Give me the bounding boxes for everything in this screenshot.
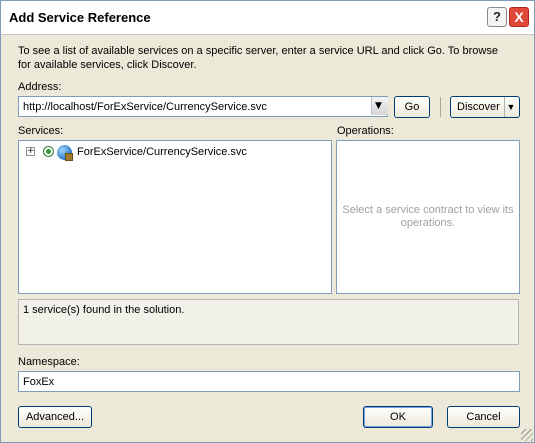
service-item-label: ForExService/CurrencyService.svc: [77, 146, 247, 158]
address-dropdown-button[interactable]: ▼: [371, 97, 388, 115]
operations-label: Operations:: [337, 125, 394, 137]
chevron-down-icon: ▼: [375, 101, 382, 111]
cancel-button[interactable]: Cancel: [447, 406, 520, 428]
operations-panel: Select a service contract to view its op…: [336, 140, 520, 294]
status-message: 1 service(s) found in the solution.: [23, 304, 185, 316]
status-panel: 1 service(s) found in the solution.: [18, 299, 519, 345]
service-tree-item[interactable]: + ForExService/CurrencyService.svc: [26, 145, 326, 161]
discover-dropdown-arrow-icon[interactable]: ▼: [504, 97, 517, 117]
resize-grip-icon[interactable]: [521, 429, 533, 441]
advanced-button[interactable]: Advanced...: [18, 406, 92, 428]
intro-text: To see a list of available services on a…: [18, 45, 498, 71]
add-service-reference-dialog: Add Service Reference ? X To see a list …: [0, 0, 535, 443]
address-input[interactable]: [18, 96, 388, 117]
discover-button-label: Discover: [457, 101, 500, 113]
close-button[interactable]: X: [509, 7, 529, 27]
discover-button[interactable]: Discover ▼: [450, 96, 520, 118]
dialog-title: Add Service Reference: [9, 10, 151, 25]
namespace-input[interactable]: [18, 371, 520, 392]
services-tree[interactable]: + ForExService/CurrencyService.svc: [18, 140, 332, 294]
go-button[interactable]: Go: [394, 96, 430, 118]
service-globe-icon: [57, 145, 73, 161]
address-label: Address:: [18, 81, 62, 93]
service-selection-radio-icon: [43, 146, 54, 157]
help-button[interactable]: ?: [487, 7, 507, 27]
services-label: Services:: [18, 125, 64, 137]
namespace-label: Namespace:: [18, 356, 80, 368]
operations-placeholder: Select a service contract to view its op…: [342, 204, 514, 229]
ok-button[interactable]: OK: [363, 406, 433, 428]
title-bar: Add Service Reference ? X: [1, 1, 534, 35]
expand-plus-icon[interactable]: +: [26, 147, 35, 156]
toolbar-separator: [440, 97, 441, 117]
